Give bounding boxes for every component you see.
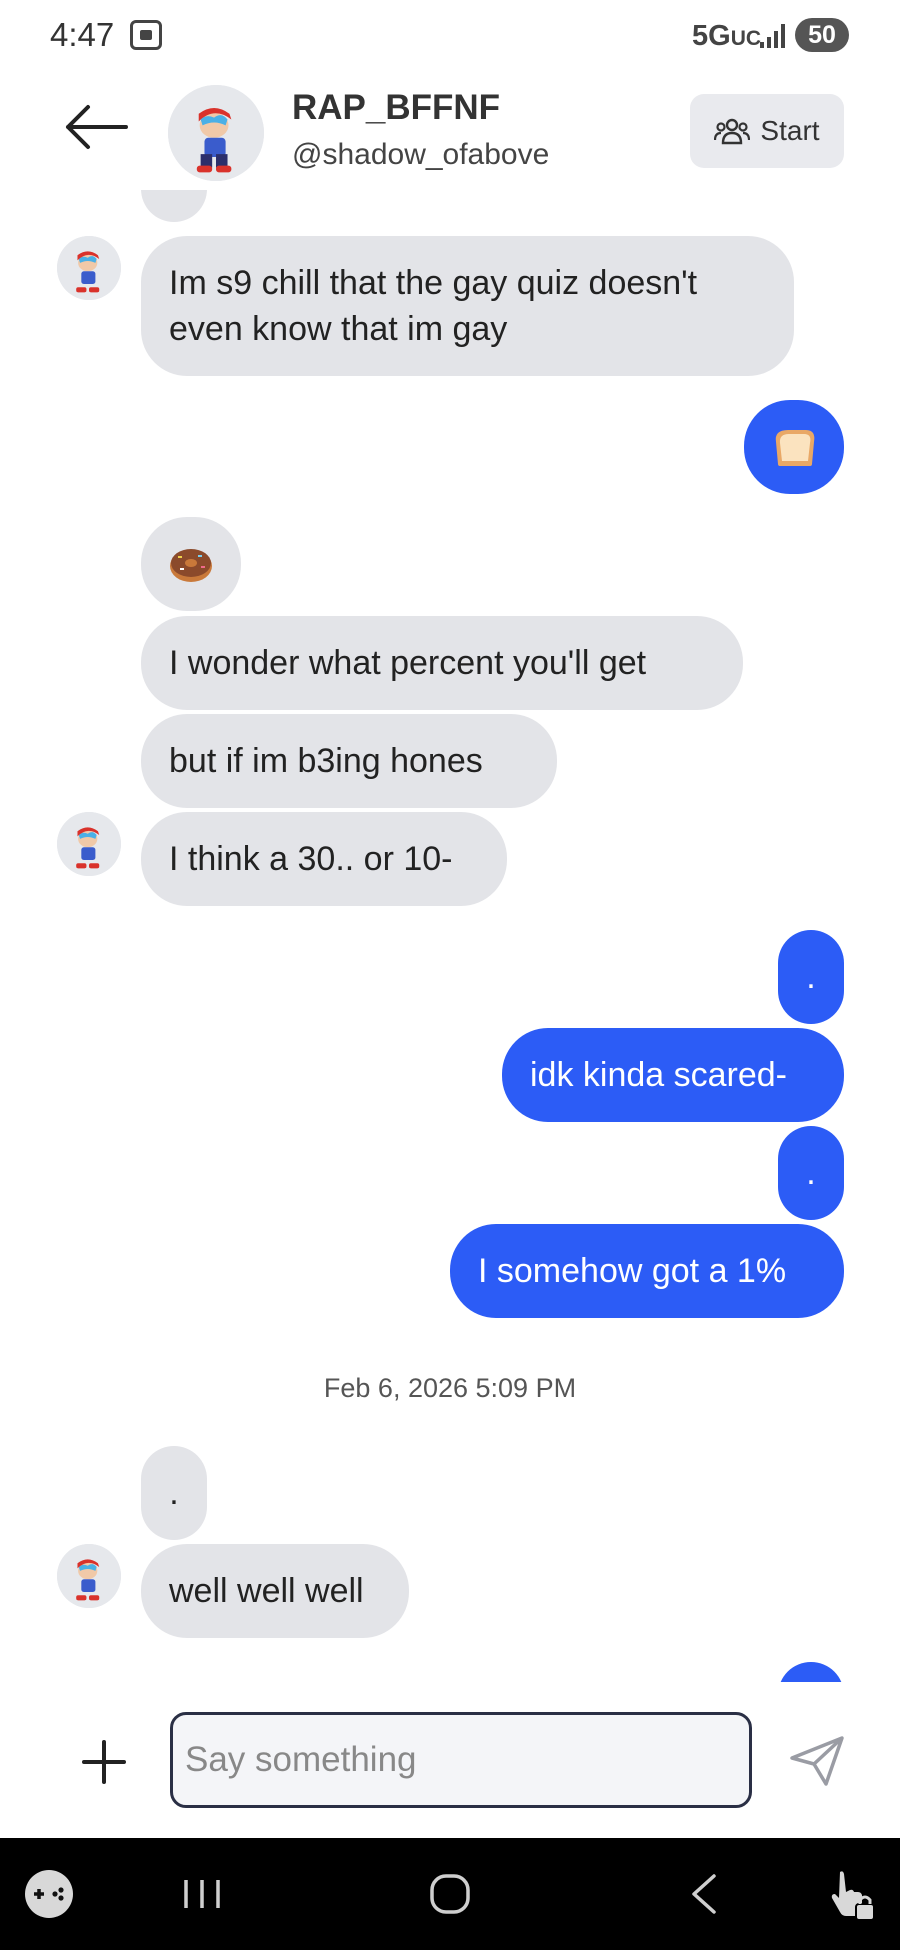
incoming-message[interactable]: . [141, 1446, 207, 1540]
home-icon[interactable] [428, 1866, 472, 1922]
message-text: Im s9 chill that the gay quiz doesn't [169, 264, 698, 302]
incoming-message[interactable]: well well well [141, 1544, 409, 1638]
incoming-message[interactable]: I wonder what percent you'll get [141, 616, 743, 710]
message-text: I wonder what percent you'll get [169, 644, 647, 682]
recent-apps-icon[interactable] [180, 1866, 224, 1922]
start-group-button[interactable]: Start [690, 94, 844, 168]
back-arrow-icon[interactable] [62, 102, 130, 152]
incoming-message[interactable]: but if im b3ing hones [141, 714, 557, 808]
contact-avatar[interactable] [168, 85, 264, 181]
send-icon[interactable] [788, 1734, 846, 1788]
game-controller-icon[interactable] [24, 1866, 74, 1922]
contact-handle: @shadow_ofabove [292, 138, 550, 171]
touch-lock-icon[interactable] [826, 1866, 876, 1922]
message-text: even know that im gay [169, 310, 508, 348]
sender-avatar[interactable] [57, 236, 121, 300]
date-separator: Feb 6, 2026 5:09 PM [323, 1373, 577, 1403]
incoming-message[interactable]: Im s9 chill that the gay quiz doesn't ev… [141, 236, 794, 376]
incoming-message[interactable]: I think a 30.. or 10- [141, 812, 507, 906]
incoming-sticker[interactable] [141, 517, 241, 611]
system-nav-bar [0, 1838, 900, 1950]
status-time: 4:47 [50, 16, 115, 53]
group-icon [714, 118, 751, 145]
battery-indicator: 50 [795, 18, 849, 52]
outgoing-message[interactable]: . [778, 930, 844, 1024]
outgoing-message[interactable]: idk kinda scared- [502, 1028, 844, 1122]
outgoing-sticker[interactable] [744, 400, 844, 494]
network-suffix: UC [730, 27, 762, 50]
message-text: but if im b3ing hones [169, 742, 483, 780]
outgoing-message[interactable]: I somehow got a 1% [450, 1224, 844, 1318]
message-text: . [806, 1154, 816, 1192]
bread-icon [775, 430, 815, 466]
outgoing-message-partial[interactable] [778, 1662, 844, 1682]
message-text: I think a 30.. or 10- [169, 840, 453, 878]
donut-icon [170, 549, 212, 582]
message-text: . [806, 958, 816, 996]
outgoing-message[interactable]: . [778, 1126, 844, 1220]
message-bubble-partial[interactable] [141, 190, 207, 222]
signal-icon [760, 22, 790, 48]
sender-avatar[interactable] [57, 812, 121, 876]
message-list[interactable]: Im s9 chill that the gay quiz doesn't ev… [0, 190, 900, 1682]
status-bar: 4:47 5GUC 50 [0, 0, 900, 72]
back-nav-icon[interactable] [686, 1866, 722, 1922]
message-text: idk kinda scared- [530, 1056, 788, 1094]
chat-header: RAP_BFFNF @shadow_ofabove Start [0, 72, 900, 190]
plus-icon[interactable] [80, 1738, 128, 1786]
message-text: . [169, 1474, 179, 1512]
message-text: well well well [169, 1572, 364, 1610]
screenshot-icon [130, 20, 162, 50]
message-input[interactable]: Say something [170, 1712, 752, 1808]
sender-avatar[interactable] [57, 1544, 121, 1608]
network-type: 5G [692, 20, 731, 52]
network-indicator: 5GUC [692, 20, 761, 53]
contact-name[interactable]: RAP_BFFNF [292, 88, 500, 128]
message-composer: Say something [0, 1682, 900, 1838]
start-label: Start [760, 115, 820, 146]
message-text: I somehow got a 1% [478, 1252, 787, 1290]
